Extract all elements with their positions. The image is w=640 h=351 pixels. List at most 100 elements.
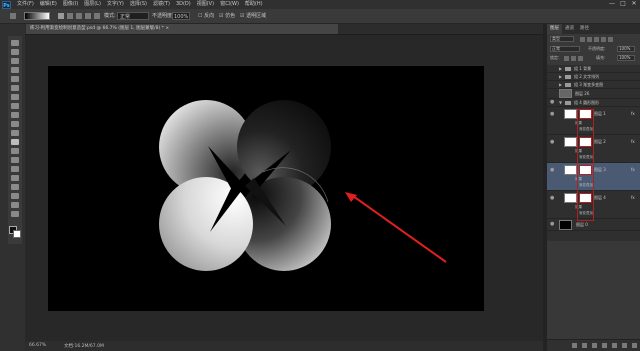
menu-filter[interactable]: 滤镜(T) [150,0,173,9]
gradient-tool-icon[interactable] [11,139,19,145]
layer-name: 图层 0 [576,222,588,227]
fx-menu-icon[interactable] [582,343,587,348]
menu-help[interactable]: 帮助(H) [242,0,266,9]
reverse-checkbox[interactable]: ☐ 反向 [198,12,214,20]
history-brush-tool-icon[interactable] [11,121,19,127]
mode-label: 模式: [104,13,116,19]
brush-tool-icon[interactable] [11,103,19,109]
menu-edit[interactable]: 编辑(E) [37,0,60,9]
crop-tool-icon[interactable] [11,76,19,82]
window-controls: — □ ✕ [609,1,637,7]
eye-icon[interactable]: ● [550,222,556,227]
gradient-picker[interactable] [24,12,50,20]
layer-row[interactable]: ● ▼ 组 4 圆形图形 [547,99,640,107]
healing-brush-tool-icon[interactable] [11,94,19,100]
zoom-level[interactable]: 66.67% [29,343,46,348]
document-tab[interactable]: 练习-利用渐变绘制创意造型.psd @ 66.7% (图层 1, 图层蒙版/8)… [26,24,338,34]
move-tool-icon[interactable] [11,40,19,46]
lock-position-icon[interactable] [571,56,576,61]
fx-icon[interactable]: fx [631,167,635,172]
gradient-tool-icon[interactable] [10,13,16,19]
caret-right-icon[interactable]: ▶ [559,74,562,79]
layer-row[interactable]: ▶ 组 1 背景 [547,65,640,73]
layer-row[interactable]: ▶ 组 2 文字排列 [547,73,640,81]
type-filter-icon[interactable] [594,37,599,42]
new-layer-icon[interactable] [622,343,627,348]
lock-row: 锁定: 填充: 100% [550,55,637,62]
blur-tool-icon[interactable] [11,148,19,154]
marquee-tool-icon[interactable] [11,49,19,55]
lock-all-icon[interactable] [578,56,583,61]
dodge-tool-icon[interactable] [11,157,19,163]
trash-icon[interactable] [632,343,637,348]
eye-icon[interactable]: ● [550,140,556,145]
menu-type[interactable]: 文字(Y) [104,0,127,9]
photoshop-logo: Ps [2,0,11,9]
path-selection-tool-icon[interactable] [11,184,19,190]
opacity-input[interactable]: 100% [617,46,635,52]
lock-label: 锁定: [550,55,560,60]
link-icon[interactable] [572,343,577,348]
angle-gradient-icon[interactable] [76,13,82,19]
menu-view[interactable]: 视图(V) [194,0,217,9]
tab-channels[interactable]: 通道 [562,24,577,34]
minimize-button[interactable]: — [609,1,615,7]
eye-icon[interactable]: ● [550,112,556,117]
caret-down-icon[interactable]: ▼ [559,100,562,105]
smart-object-filter-icon[interactable] [608,37,613,42]
adjustment-filter-icon[interactable] [587,37,592,42]
tab-paths[interactable]: 路径 [577,24,592,34]
opacity-label: 不透明度: [152,13,174,19]
mode-select[interactable]: 正常 [117,12,149,20]
hand-tool-icon[interactable] [11,202,19,208]
caret-right-icon[interactable]: ▶ [559,66,562,71]
type-tool-icon[interactable] [11,175,19,181]
adjustment-layer-icon[interactable] [602,343,607,348]
radial-gradient-icon[interactable] [67,13,73,19]
opacity-input[interactable]: 100% [172,12,190,20]
add-mask-icon[interactable] [592,343,597,348]
pen-tool-icon[interactable] [11,166,19,172]
menu-file[interactable]: 文件(F) [14,0,37,9]
shape-tool-icon[interactable] [11,193,19,199]
eye-icon[interactable]: ● [550,196,556,201]
dither-checkbox[interactable]: ☑ 仿色 [219,12,235,20]
close-button[interactable]: ✕ [631,1,637,7]
menu-image[interactable]: 图像(I) [60,0,81,9]
menu-window[interactable]: 窗口(W) [217,0,242,9]
canvas[interactable] [48,66,484,311]
eyedropper-tool-icon[interactable] [11,85,19,91]
artwork [159,100,447,271]
quick-select-tool-icon[interactable] [11,67,19,73]
fx-icon[interactable]: fx [631,139,635,144]
eye-icon[interactable]: ● [550,100,556,105]
blend-mode-select[interactable]: 正常 [550,46,580,52]
reflected-gradient-icon[interactable] [85,13,91,19]
fill-input[interactable]: 100% [617,55,635,61]
zoom-tool-icon[interactable] [11,211,19,217]
fx-icon[interactable]: fx [631,195,635,200]
lock-pixels-icon[interactable] [564,56,569,61]
red-arrow-head [345,192,357,202]
menu-layer[interactable]: 图层(L) [81,0,104,9]
menu-select[interactable]: 选择(S) [127,0,150,9]
fx-icon[interactable]: fx [631,111,635,116]
eraser-tool-icon[interactable] [11,130,19,136]
diamond-gradient-icon[interactable] [94,13,100,19]
clone-stamp-tool-icon[interactable] [11,112,19,118]
kind-select[interactable]: 类型 [550,36,574,42]
pixel-filter-icon[interactable] [580,37,585,42]
shape-filter-icon[interactable] [601,37,606,42]
caret-right-icon[interactable]: ▶ [559,82,562,87]
menu-3d[interactable]: 3D(D) [173,0,194,9]
transparency-checkbox[interactable]: ☑ 透明区域 [240,12,266,20]
layer-row[interactable]: ▶ 组 3 渐变多变图 [547,81,640,89]
linear-gradient-icon[interactable] [58,13,64,19]
eye-icon[interactable]: ● [550,168,556,173]
lasso-tool-icon[interactable] [11,58,19,64]
new-group-icon[interactable] [612,343,617,348]
maximize-button[interactable]: □ [620,1,626,7]
background-color-swatch[interactable] [13,230,21,238]
tab-layers[interactable]: 图层 [547,24,562,34]
layer-row[interactable]: 图层 26 [547,89,640,99]
